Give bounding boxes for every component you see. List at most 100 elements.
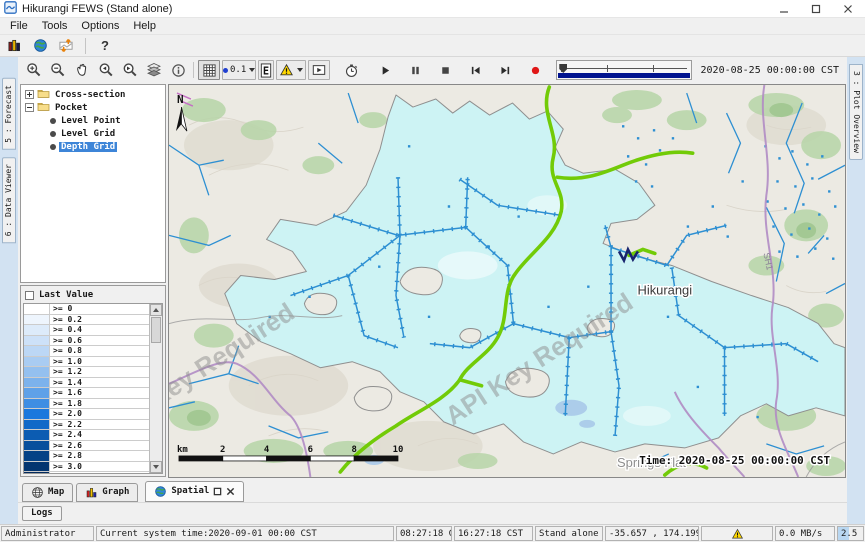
svg-text:N: N [177,93,184,106]
step-forward-button[interactable] [494,60,516,80]
animation-panel-button[interactable] [308,60,330,80]
step-back-button[interactable] [464,60,486,80]
zoom-previous-icon[interactable] [95,60,117,80]
threshold-dropdown[interactable]: 0.1 [222,60,256,80]
legend-row-label: >= 2.4 [50,430,82,440]
close-button[interactable] [843,4,853,14]
legend-color-swatch [24,388,50,398]
map-view[interactable]: API Key Required API Key Required N km 2… [168,84,846,478]
tree-item-level-grid[interactable]: Level Grid [59,129,117,139]
legend-row[interactable]: >= 1.4 [24,378,149,389]
legend-row[interactable]: >= 2.4 [24,430,149,441]
threshold-value: 0.1 [230,65,246,75]
scrollbar-thumb[interactable] [151,317,161,343]
legend-row[interactable]: >= 3.0 [24,462,149,473]
legend-row[interactable]: >= 0.2 [24,315,149,326]
tree-item-depth-grid[interactable]: Depth Grid [59,142,117,152]
legend-color-swatch [24,346,50,356]
legend-color-swatch [24,399,50,409]
database-import-icon[interactable] [5,37,23,55]
scroll-up-icon[interactable] [150,304,162,316]
tree-item-pocket[interactable]: Pocket [53,103,90,113]
warning-dropdown[interactable] [276,60,306,80]
tab-forecast[interactable]: 5 : Forecast [2,78,16,150]
logs-button[interactable]: Logs [22,506,62,521]
layers-icon[interactable] [143,60,165,80]
tree-item-level-point[interactable]: Level Point [59,116,123,126]
legend-row-label: >= 1.8 [50,399,82,409]
legend-row[interactable]: >= 2.6 [24,441,149,452]
tree-row[interactable]: Depth Grid [21,140,165,153]
tab-map[interactable]: Map [22,483,73,502]
tree-row[interactable]: Level Grid [21,127,165,140]
ruler-glyph: E [263,65,269,77]
timeline-slider[interactable] [556,60,691,80]
menu-file[interactable]: File [3,19,35,34]
collapse-icon[interactable] [25,103,34,112]
zoom-out-icon[interactable] [47,60,69,80]
legend-row[interactable]: >= 2.2 [24,420,149,431]
legend-row[interactable]: >= 0 [24,304,149,315]
zoom-in-icon[interactable] [23,60,45,80]
maximize-panel-icon[interactable] [213,487,222,496]
workspace: 5 : Forecast 6 : Data Viewer 0.1 E [0,57,865,524]
menu-options[interactable]: Options [74,19,126,34]
menu-help[interactable]: Help [126,19,163,34]
svg-text:6: 6 [308,445,313,455]
record-button[interactable] [524,60,546,80]
pause-button[interactable] [404,60,426,80]
status-coordinates: -35.657 , 174.199 [605,526,699,541]
tree-row[interactable]: Pocket [21,101,165,114]
legend-row[interactable]: >= 0.8 [24,346,149,357]
legend-scrollbar[interactable] [149,304,162,473]
stop-button[interactable] [434,60,456,80]
info-icon[interactable] [167,60,189,80]
last-value-checkbox[interactable] [25,291,34,300]
tab-graph[interactable]: Graph [76,483,138,502]
legend-row[interactable]: >= 1.0 [24,357,149,368]
legend-color-swatch [24,367,50,377]
grid-display-button[interactable] [198,60,220,80]
close-panel-icon[interactable] [226,487,235,496]
legend-row[interactable]: >= 2.8 [24,451,149,462]
vertical-ruler-button[interactable]: E [258,60,274,80]
timer-icon[interactable] [340,60,362,80]
maximize-button[interactable] [811,4,821,14]
legend-row-label: >= 2.8 [50,451,82,461]
legend-row[interactable]: >= 1.8 [24,399,149,410]
map-globe-icon[interactable] [31,37,49,55]
legend-row[interactable]: >= 1.2 [24,367,149,378]
folder-icon [37,101,50,115]
legend-row[interactable]: >= 0.6 [24,336,149,347]
status-warning-cell[interactable] [701,526,773,541]
menu-tools[interactable]: Tools [35,19,75,34]
status-download-speed: 0.0 MB/s [775,526,835,541]
threshold-dot-icon [223,68,228,73]
legend-color-swatch [24,451,50,461]
logs-row: Logs [18,502,847,524]
tab-spatial[interactable]: Spatial [145,481,244,502]
legend-row[interactable]: >= 0.4 [24,325,149,336]
svg-text:10: 10 [393,445,404,455]
help-icon[interactable]: ? [96,37,114,55]
svg-text:km: km [177,445,188,455]
expand-icon[interactable] [25,90,34,99]
bullet-icon [50,118,56,124]
play-button[interactable] [374,60,396,80]
scroll-down-icon[interactable] [150,461,162,473]
tab-plot-overview[interactable]: 3 : Plot Overview [849,64,863,160]
tree-item-cross-section[interactable]: Cross-section [53,90,127,100]
pan-hand-icon[interactable] [71,60,93,80]
explorer-tree: Cross-section Pocket Level Point Level G… [20,84,166,283]
zoom-next-icon[interactable] [119,60,141,80]
tree-row[interactable]: Cross-section [21,88,165,101]
tree-row[interactable]: Level Point [21,114,165,127]
legend-row[interactable]: >= 2.0 [24,409,149,420]
legend-row[interactable]: >= 3.2 [24,472,149,473]
legend-row[interactable]: >= 1.6 [24,388,149,399]
vertical-profile-icon[interactable] [57,37,75,55]
tab-data-viewer[interactable]: 6 : Data Viewer [2,157,16,243]
status-memory[interactable]: 2.5 GB [837,526,864,541]
folder-icon [37,88,50,102]
minimize-button[interactable] [779,4,789,14]
